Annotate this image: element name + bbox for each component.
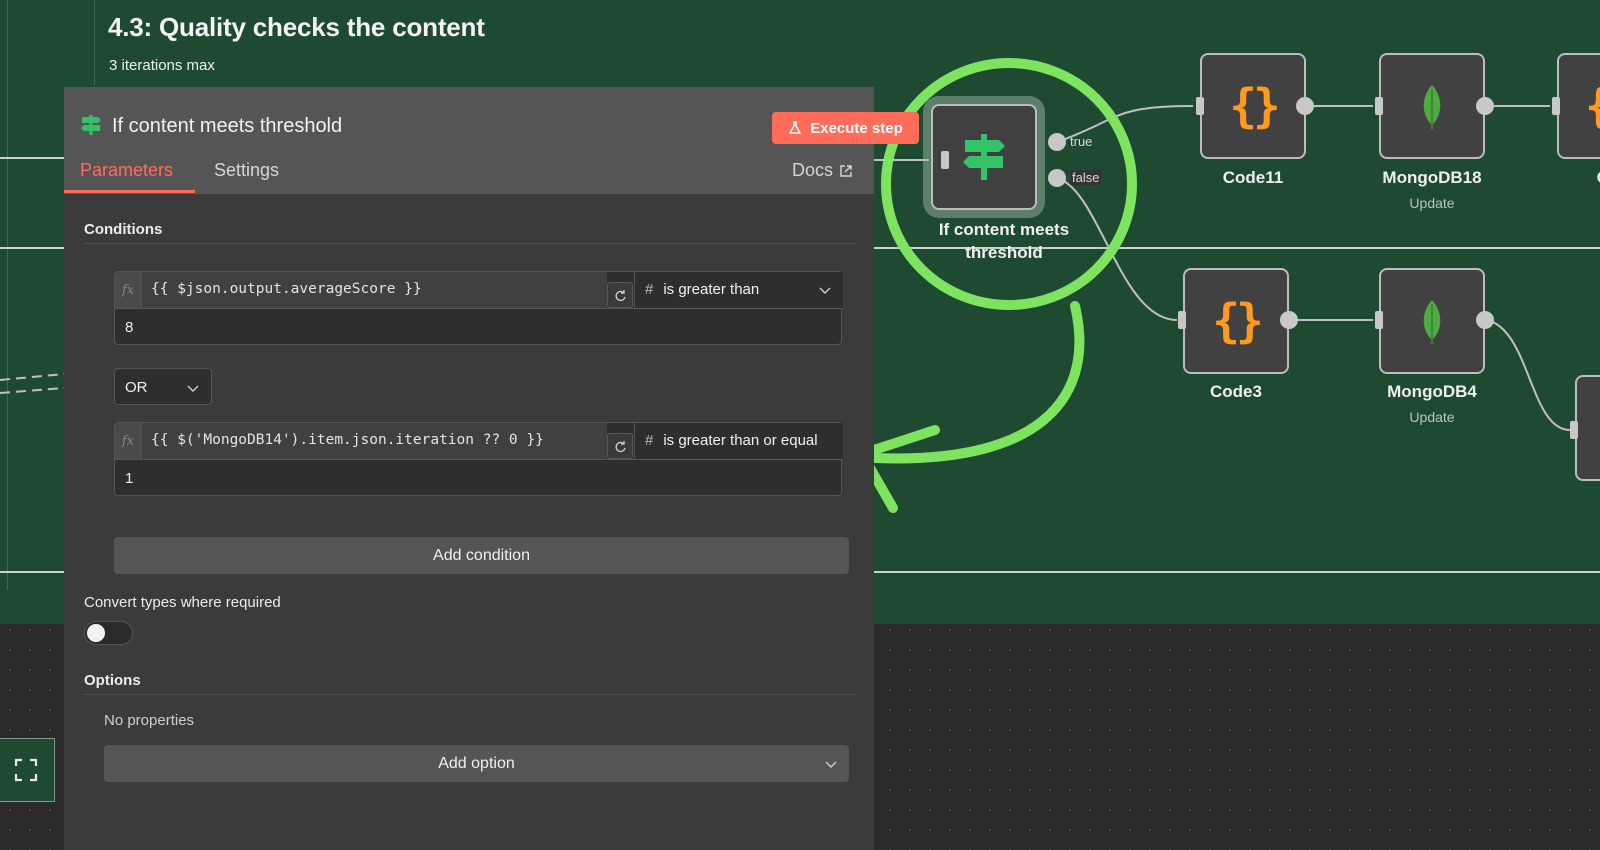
condition-row: fx {{ $json.output.averageScore }} # is g…	[114, 271, 843, 346]
chevron-down-icon	[825, 761, 837, 768]
tab-settings[interactable]: Settings	[214, 160, 279, 181]
number-type-icon: #	[645, 281, 654, 298]
docs-label: Docs	[792, 160, 834, 180]
chevron-down-icon	[187, 385, 199, 392]
expression-mode-indicator: fx	[115, 272, 142, 308]
chevron-down-icon	[819, 287, 831, 294]
signpost-icon	[81, 115, 101, 135]
condition-right-value-input[interactable]: 8	[115, 308, 843, 346]
tab-parameters[interactable]: Parameters	[80, 160, 173, 181]
expression-mode-indicator: fx	[115, 423, 142, 459]
reset-expression-button[interactable]	[607, 433, 633, 459]
condition-left-value-input[interactable]: {{ $('MongoDB14').item.json.iteration ??…	[142, 423, 607, 459]
node-details-panel[interactable]: If content meets threshold Execute step …	[64, 87, 919, 850]
add-option-label: Add option	[438, 754, 515, 772]
no-properties-label: No properties	[104, 712, 195, 729]
condition-row: fx {{ $('MongoDB14').item.json.iteration…	[114, 422, 843, 497]
add-option-dropdown[interactable]: Add option	[104, 745, 849, 782]
refresh-icon	[615, 440, 626, 452]
condition-operator-select[interactable]: # is greater than	[634, 272, 843, 308]
docs-link[interactable]: Docs	[792, 160, 853, 181]
options-heading: Options	[84, 672, 141, 689]
convert-types-toggle[interactable]	[84, 621, 133, 645]
number-type-icon: #	[645, 432, 654, 449]
flask-icon	[789, 121, 801, 134]
panel-title[interactable]: If content meets threshold	[112, 115, 342, 138]
add-condition-button[interactable]: Add condition	[114, 537, 849, 574]
condition-left-value-input[interactable]: {{ $json.output.averageScore }}	[142, 272, 607, 308]
section-divider	[84, 694, 856, 695]
section-divider	[84, 243, 856, 244]
condition-right-value-input[interactable]: 1	[115, 459, 843, 497]
conditions-heading: Conditions	[84, 221, 163, 238]
active-tab-indicator	[64, 190, 195, 193]
refresh-icon	[615, 289, 626, 301]
annotation-circle	[881, 58, 1137, 310]
operator-label: is greater than or equal	[663, 432, 818, 449]
execute-step-button[interactable]: Execute step	[772, 112, 919, 144]
external-link-icon	[840, 164, 852, 177]
combinator-label: OR	[125, 379, 148, 396]
reset-expression-button[interactable]	[607, 282, 633, 308]
convert-types-label: Convert types where required	[84, 594, 281, 611]
combinator-select[interactable]: OR	[114, 368, 212, 405]
panel-header: If content meets threshold Execute step …	[64, 87, 919, 194]
operator-label: is greater than	[663, 281, 760, 298]
condition-operator-select[interactable]: # is greater than or equal	[634, 423, 843, 459]
execute-step-label: Execute step	[810, 119, 903, 137]
toggle-knob	[87, 624, 105, 642]
